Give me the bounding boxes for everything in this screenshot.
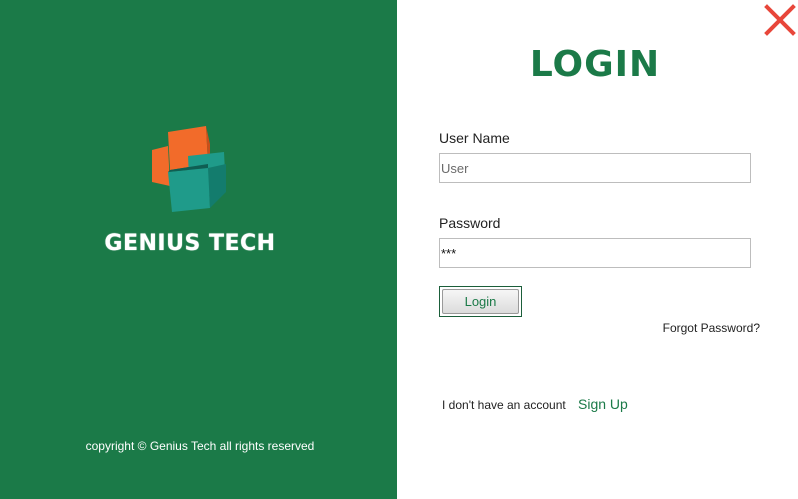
forgot-password-link[interactable]: Forgot Password? bbox=[663, 321, 760, 335]
login-title: LOGIN bbox=[529, 44, 661, 85]
branding-panel: GENIUS TECH copyright © Genius Tech all … bbox=[0, 0, 397, 499]
copyright-text: copyright © Genius Tech all rights reser… bbox=[85, 439, 315, 453]
genius-tech-logo-icon bbox=[148, 124, 230, 214]
login-button[interactable]: Login bbox=[439, 286, 522, 317]
password-label: Password bbox=[439, 215, 501, 231]
no-account-text: I don't have an account bbox=[442, 398, 566, 412]
username-input[interactable] bbox=[439, 153, 751, 183]
login-button-label: Login bbox=[442, 289, 519, 314]
password-input[interactable] bbox=[439, 238, 751, 268]
brand-name: GENIUS TECH bbox=[104, 231, 276, 256]
signup-link[interactable]: Sign Up bbox=[578, 396, 628, 412]
username-label: User Name bbox=[439, 130, 510, 146]
close-icon[interactable] bbox=[764, 4, 796, 36]
login-panel: LOGIN User Name Password Login Forgot Pa… bbox=[397, 0, 798, 499]
